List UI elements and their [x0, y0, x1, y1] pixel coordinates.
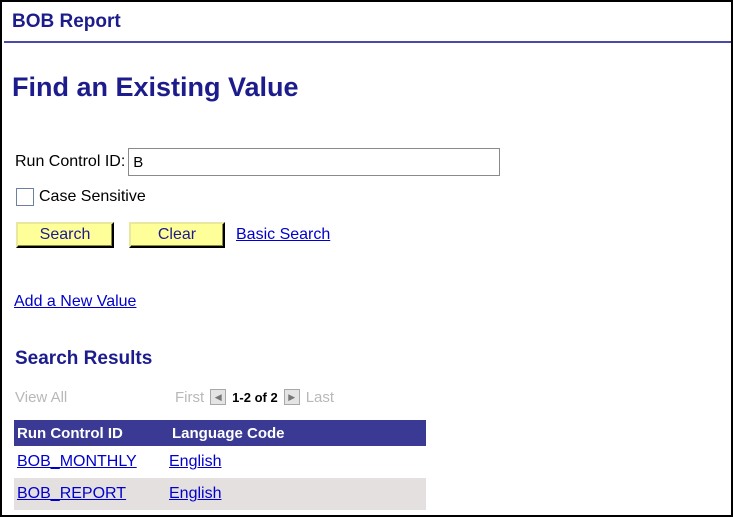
table-row: BOB_MONTHLY English: [14, 446, 426, 478]
previous-arrow-icon: ◀: [210, 389, 227, 405]
next-arrow-icon: ▶: [283, 389, 300, 405]
component-title: BOB Report: [12, 11, 121, 32]
results-table: Run Control ID Language Code BOB_MONTHLY…: [14, 420, 426, 510]
search-button[interactable]: Search: [16, 222, 114, 248]
column-header-language-code[interactable]: Language Code: [169, 420, 426, 446]
table-row: BOB_REPORT English: [14, 478, 426, 510]
add-new-value-link[interactable]: Add a New Value: [14, 293, 136, 311]
view-all-link: View All: [15, 388, 68, 406]
case-sensitive-row: Case Sensitive: [16, 188, 146, 206]
language-link[interactable]: English: [169, 453, 221, 470]
page-title: Find an Existing Value: [12, 72, 299, 102]
case-sensitive-label: Case Sensitive: [39, 188, 146, 205]
column-header-run-control-id[interactable]: Run Control ID: [14, 420, 169, 446]
results-count: 1-2 of 2: [232, 389, 278, 405]
last-link: Last: [305, 388, 335, 406]
table-cell: BOB_REPORT: [14, 478, 169, 510]
run-control-id-link[interactable]: BOB_REPORT: [17, 485, 126, 502]
page-frame: BOB Report Find an Existing Value Run Co…: [0, 0, 733, 517]
results-navigation: View All First ◀ 1-2 of 2 ▶ Last: [15, 387, 334, 407]
case-sensitive-checkbox[interactable]: [16, 188, 34, 206]
table-cell: BOB_MONTHLY: [14, 446, 169, 478]
run-control-input[interactable]: [128, 148, 501, 176]
table-cell: English: [169, 478, 426, 510]
search-results-title: Search Results: [15, 348, 153, 369]
run-control-label: Run Control ID:: [15, 153, 126, 170]
run-control-row: Run Control ID:: [15, 148, 501, 176]
clear-button[interactable]: Clear: [129, 222, 225, 248]
language-link[interactable]: English: [169, 485, 221, 502]
table-header-row: Run Control ID Language Code: [14, 420, 426, 446]
basic-search-link[interactable]: Basic Search: [236, 226, 330, 244]
first-link: First: [175, 388, 205, 406]
title-divider: [4, 41, 731, 43]
table-cell: English: [169, 446, 426, 478]
run-control-id-link[interactable]: BOB_MONTHLY: [17, 453, 137, 470]
